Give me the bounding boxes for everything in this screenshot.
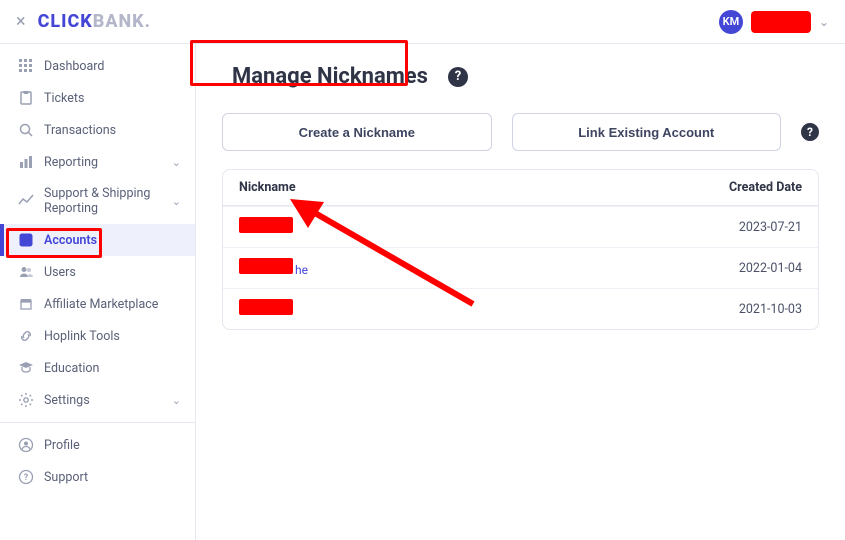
sidebar-item-accounts[interactable]: Accounts (0, 224, 195, 256)
sidebar-item-label: Reporting (44, 155, 162, 170)
sidebar-item-settings[interactable]: Settings ⌄ (0, 384, 195, 416)
help-icon[interactable]: ? (801, 123, 819, 141)
nickname-cell[interactable] (239, 217, 682, 237)
trend-icon (18, 193, 34, 209)
gear-icon (18, 392, 34, 408)
nickname-cell[interactable] (239, 299, 682, 319)
action-row: Create a Nickname Link Existing Account … (222, 113, 819, 151)
sidebar-item-profile[interactable]: Profile (0, 429, 195, 461)
main-content: Manage Nicknames ? Create a Nickname Lin… (196, 44, 845, 540)
sidebar-item-label: Hoplink Tools (44, 329, 181, 344)
brand-logo[interactable]: CLICKBANK. (38, 11, 151, 32)
sidebar-item-education[interactable]: Education (0, 352, 195, 384)
sidebar-item-hoplink-tools[interactable]: Hoplink Tools (0, 320, 195, 352)
users-icon (18, 264, 34, 280)
sidebar-item-label: Support & Shipping Reporting (44, 186, 162, 216)
sidebar-item-label: Tickets (44, 91, 181, 106)
store-icon (18, 296, 34, 312)
page-title: Manage Nicknames (222, 58, 438, 95)
avatar[interactable]: KM (719, 10, 743, 34)
help-icon: ? (18, 469, 34, 485)
close-icon[interactable]: × (16, 11, 26, 32)
create-nickname-button[interactable]: Create a Nickname (222, 113, 492, 151)
page-title-row: Manage Nicknames ? (222, 58, 819, 95)
app-header: × CLICKBANK. KM ⌄ (0, 0, 845, 44)
nickname-link-suffix: he (295, 263, 308, 277)
app-body: Dashboard Tickets Transactions Reporting… (0, 44, 845, 540)
sidebar-item-label: Dashboard (44, 59, 181, 74)
brand-bank: BANK (93, 11, 145, 32)
svg-text:?: ? (24, 473, 29, 483)
nickname-redacted (239, 299, 293, 315)
table-row[interactable]: 2023-07-21 (223, 206, 818, 247)
sidebar-item-support[interactable]: ? Support (0, 461, 195, 493)
table-header: Nickname Created Date (223, 170, 818, 206)
help-icon[interactable]: ? (448, 67, 468, 87)
sidebar-item-reporting[interactable]: Reporting ⌄ (0, 146, 195, 178)
chevron-down-icon: ⌄ (172, 195, 181, 208)
grid-icon (18, 58, 34, 74)
sidebar-item-dashboard[interactable]: Dashboard (0, 50, 195, 82)
link-existing-account-button[interactable]: Link Existing Account (512, 113, 782, 151)
chevron-down-icon: ⌄ (172, 156, 181, 169)
sidebar-item-label: Transactions (44, 123, 181, 138)
nickname-redacted (239, 217, 293, 233)
sidebar-item-label: Support (44, 470, 181, 485)
table-row[interactable]: 2021-10-03 (223, 288, 818, 329)
nickname-redacted (239, 258, 293, 274)
sidebar-item-tickets[interactable]: Tickets (0, 82, 195, 114)
profile-icon (18, 437, 34, 453)
sidebar-item-transactions[interactable]: Transactions (0, 114, 195, 146)
column-created-date: Created Date (682, 180, 802, 195)
sidebar-item-label: Settings (44, 393, 162, 408)
sidebar-item-label: Users (44, 265, 181, 280)
education-icon (18, 360, 34, 376)
brand-dot: . (145, 11, 151, 32)
user-name-redacted[interactable] (751, 11, 811, 33)
sidebar-item-label: Education (44, 361, 181, 376)
header-right: KM ⌄ (719, 10, 829, 34)
created-date-cell: 2023-07-21 (682, 220, 802, 235)
sidebar-item-support-shipping-reporting[interactable]: Support & Shipping Reporting ⌄ (0, 178, 195, 224)
table-row[interactable]: he 2022-01-04 (223, 247, 818, 288)
header-left: × CLICKBANK. (16, 11, 151, 32)
nickname-cell[interactable]: he (239, 258, 682, 278)
chart-icon (18, 154, 34, 170)
sidebar-item-label: Profile (44, 438, 181, 453)
search-icon (18, 122, 34, 138)
clipboard-icon (18, 90, 34, 106)
sidebar: Dashboard Tickets Transactions Reporting… (0, 44, 196, 540)
brand-click: CLICK (38, 11, 93, 32)
column-nickname: Nickname (239, 180, 682, 195)
sidebar-item-label: Affiliate Marketplace (44, 297, 181, 312)
chevron-down-icon[interactable]: ⌄ (819, 15, 829, 29)
sidebar-item-label: Accounts (44, 233, 181, 248)
chevron-down-icon: ⌄ (172, 394, 181, 407)
user-badge-icon (18, 232, 34, 248)
link-icon (18, 328, 34, 344)
sidebar-item-users[interactable]: Users (0, 256, 195, 288)
nickname-table: Nickname Created Date 2023-07-21 he 2022… (222, 169, 819, 330)
created-date-cell: 2022-01-04 (682, 261, 802, 276)
sidebar-divider (0, 422, 195, 423)
sidebar-item-affiliate-marketplace[interactable]: Affiliate Marketplace (0, 288, 195, 320)
created-date-cell: 2021-10-03 (682, 302, 802, 317)
